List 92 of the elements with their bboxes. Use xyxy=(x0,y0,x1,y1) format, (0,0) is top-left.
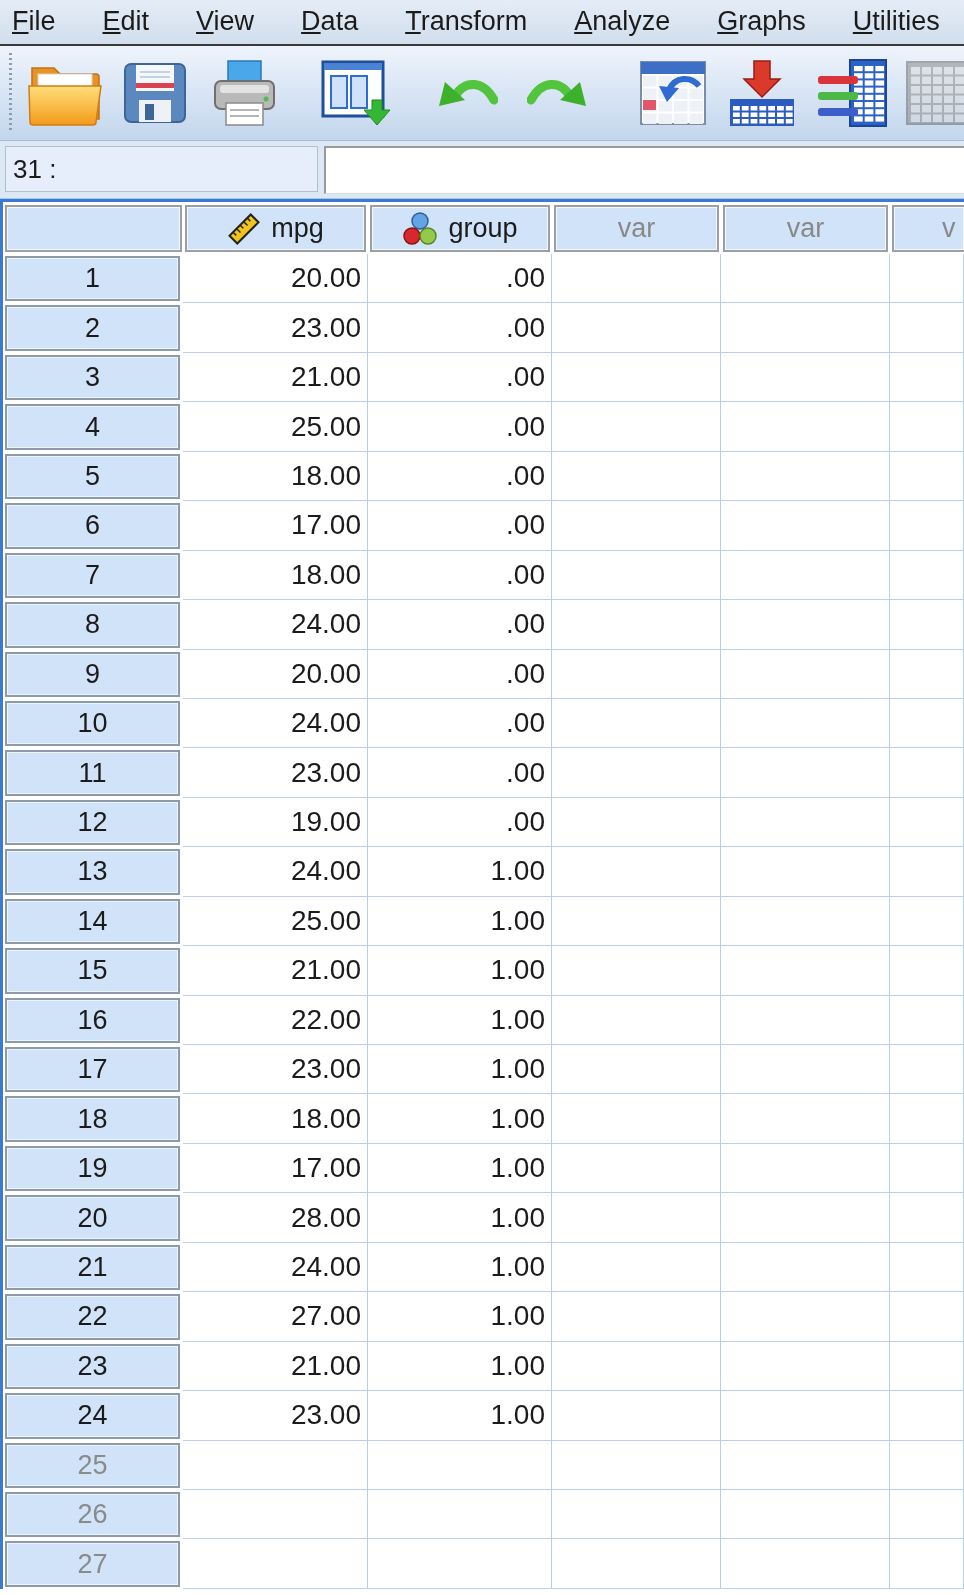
row-number[interactable]: 13 xyxy=(5,849,180,895)
row-number[interactable]: 11 xyxy=(5,750,180,796)
table-cell: .00 xyxy=(368,402,552,452)
row-number[interactable]: 18 xyxy=(5,1096,180,1142)
table-down-arrow-icon[interactable] xyxy=(728,59,796,127)
row-number[interactable]: 6 xyxy=(5,503,180,549)
row-number[interactable]: 23 xyxy=(5,1343,180,1390)
table-cell: 1.00 xyxy=(368,1143,552,1194)
table-cell: .00 xyxy=(368,501,552,551)
table-cell: 1.00 xyxy=(368,1341,552,1392)
table-cell: 18.00 xyxy=(183,550,368,601)
menu-item[interactable]: Graphs xyxy=(717,7,806,37)
row-number[interactable]: 5 xyxy=(5,453,180,500)
cell-reference: 31 : xyxy=(5,146,318,192)
menu-item[interactable]: Transform xyxy=(405,7,528,37)
table-cell: 25.00 xyxy=(183,896,368,947)
menu-item[interactable]: Utilities xyxy=(852,7,940,37)
printer-icon[interactable] xyxy=(212,59,277,127)
row-number[interactable]: 10 xyxy=(5,700,180,747)
row-number[interactable]: 3 xyxy=(5,354,180,401)
table-cell: 1.00 xyxy=(368,1292,552,1342)
table-cell: 28.00 xyxy=(183,1193,368,1243)
table-cell: 17.00 xyxy=(183,1143,368,1194)
table-cell: .00 xyxy=(368,550,552,601)
table-corner[interactable] xyxy=(5,205,182,252)
table-cell: 1.00 xyxy=(368,1045,552,1095)
table-cell: 1.00 xyxy=(368,1242,552,1293)
menu-item[interactable]: Data xyxy=(301,7,359,37)
table-cell: 23.00 xyxy=(183,748,368,798)
table-cell: 19.00 xyxy=(183,797,368,848)
menu-item[interactable]: Edit xyxy=(102,7,150,37)
table-cell: 24.00 xyxy=(183,600,368,650)
table-cell: 27.00 xyxy=(183,1292,368,1342)
row-number[interactable]: 16 xyxy=(5,997,180,1043)
row-number[interactable]: 17 xyxy=(5,1047,180,1093)
table-cell: 1.00 xyxy=(368,995,552,1045)
table-cell: 21.00 xyxy=(183,352,368,403)
table-cell: 1.00 xyxy=(368,1094,552,1144)
column-header[interactable]: group xyxy=(370,205,550,252)
table-cell: 23.00 xyxy=(183,1391,368,1441)
table-cell: 23.00 xyxy=(183,303,368,353)
table-cell: 20.00 xyxy=(183,649,368,699)
table-cell: 18.00 xyxy=(183,1094,368,1144)
table-cell: .00 xyxy=(368,797,552,848)
three-circles-icon xyxy=(402,210,439,247)
table-cell: .00 xyxy=(368,254,552,304)
row-number[interactable]: 1 xyxy=(5,256,180,302)
row-number[interactable]: 14 xyxy=(5,898,180,945)
table-cell: 17.00 xyxy=(183,501,368,551)
row-number[interactable]: 19 xyxy=(5,1145,180,1192)
table-cell: .00 xyxy=(368,451,552,502)
table-bars-icon[interactable] xyxy=(816,58,888,128)
menu-item[interactable]: View xyxy=(196,7,255,37)
table-cell: 1.00 xyxy=(368,896,552,947)
save-icon[interactable] xyxy=(124,63,186,123)
menu-item[interactable]: File xyxy=(12,7,56,37)
table-cell: .00 xyxy=(368,649,552,699)
window-down-arrow-icon[interactable] xyxy=(321,60,391,126)
row-number[interactable]: 9 xyxy=(5,651,180,697)
table-cell: 25.00 xyxy=(183,402,368,452)
table-cell: .00 xyxy=(368,303,552,353)
row-number[interactable]: 15 xyxy=(5,948,180,994)
table-cell: 1.00 xyxy=(368,1391,552,1441)
row-number[interactable]: 4 xyxy=(5,404,180,450)
table-cell: 18.00 xyxy=(183,451,368,502)
table-cell: .00 xyxy=(368,698,552,749)
menu-item[interactable]: Analyze xyxy=(574,7,671,37)
table-cell: 21.00 xyxy=(183,946,368,996)
table-cell: 22.00 xyxy=(183,995,368,1045)
column-header[interactable]: mpg xyxy=(185,205,366,252)
table-cell: 20.00 xyxy=(183,254,368,304)
table-cell: .00 xyxy=(368,748,552,798)
row-number[interactable]: 8 xyxy=(5,602,180,648)
table-cell: .00 xyxy=(368,352,552,403)
row-number[interactable]: 24 xyxy=(5,1393,180,1439)
table-cell: 24.00 xyxy=(183,1242,368,1293)
table-cell: 24.00 xyxy=(183,847,368,897)
table-cell: 1.00 xyxy=(368,1193,552,1243)
table-cell: 1.00 xyxy=(368,946,552,996)
table-cell: 1.00 xyxy=(368,847,552,897)
row-number[interactable]: 7 xyxy=(5,552,180,599)
table-cell: .00 xyxy=(368,600,552,650)
row-number[interactable]: 21 xyxy=(5,1244,180,1291)
cell-value-field[interactable] xyxy=(324,146,964,194)
row-number[interactable]: 12 xyxy=(5,799,180,846)
row-number[interactable]: 22 xyxy=(5,1294,180,1340)
grip-handle[interactable] xyxy=(8,53,14,133)
table-cell: 23.00 xyxy=(183,1045,368,1095)
table-cell: 21.00 xyxy=(183,1341,368,1392)
row-number[interactable]: 20 xyxy=(5,1195,180,1241)
row-number[interactable]: 2 xyxy=(5,305,180,351)
table-cell: 24.00 xyxy=(183,698,368,749)
